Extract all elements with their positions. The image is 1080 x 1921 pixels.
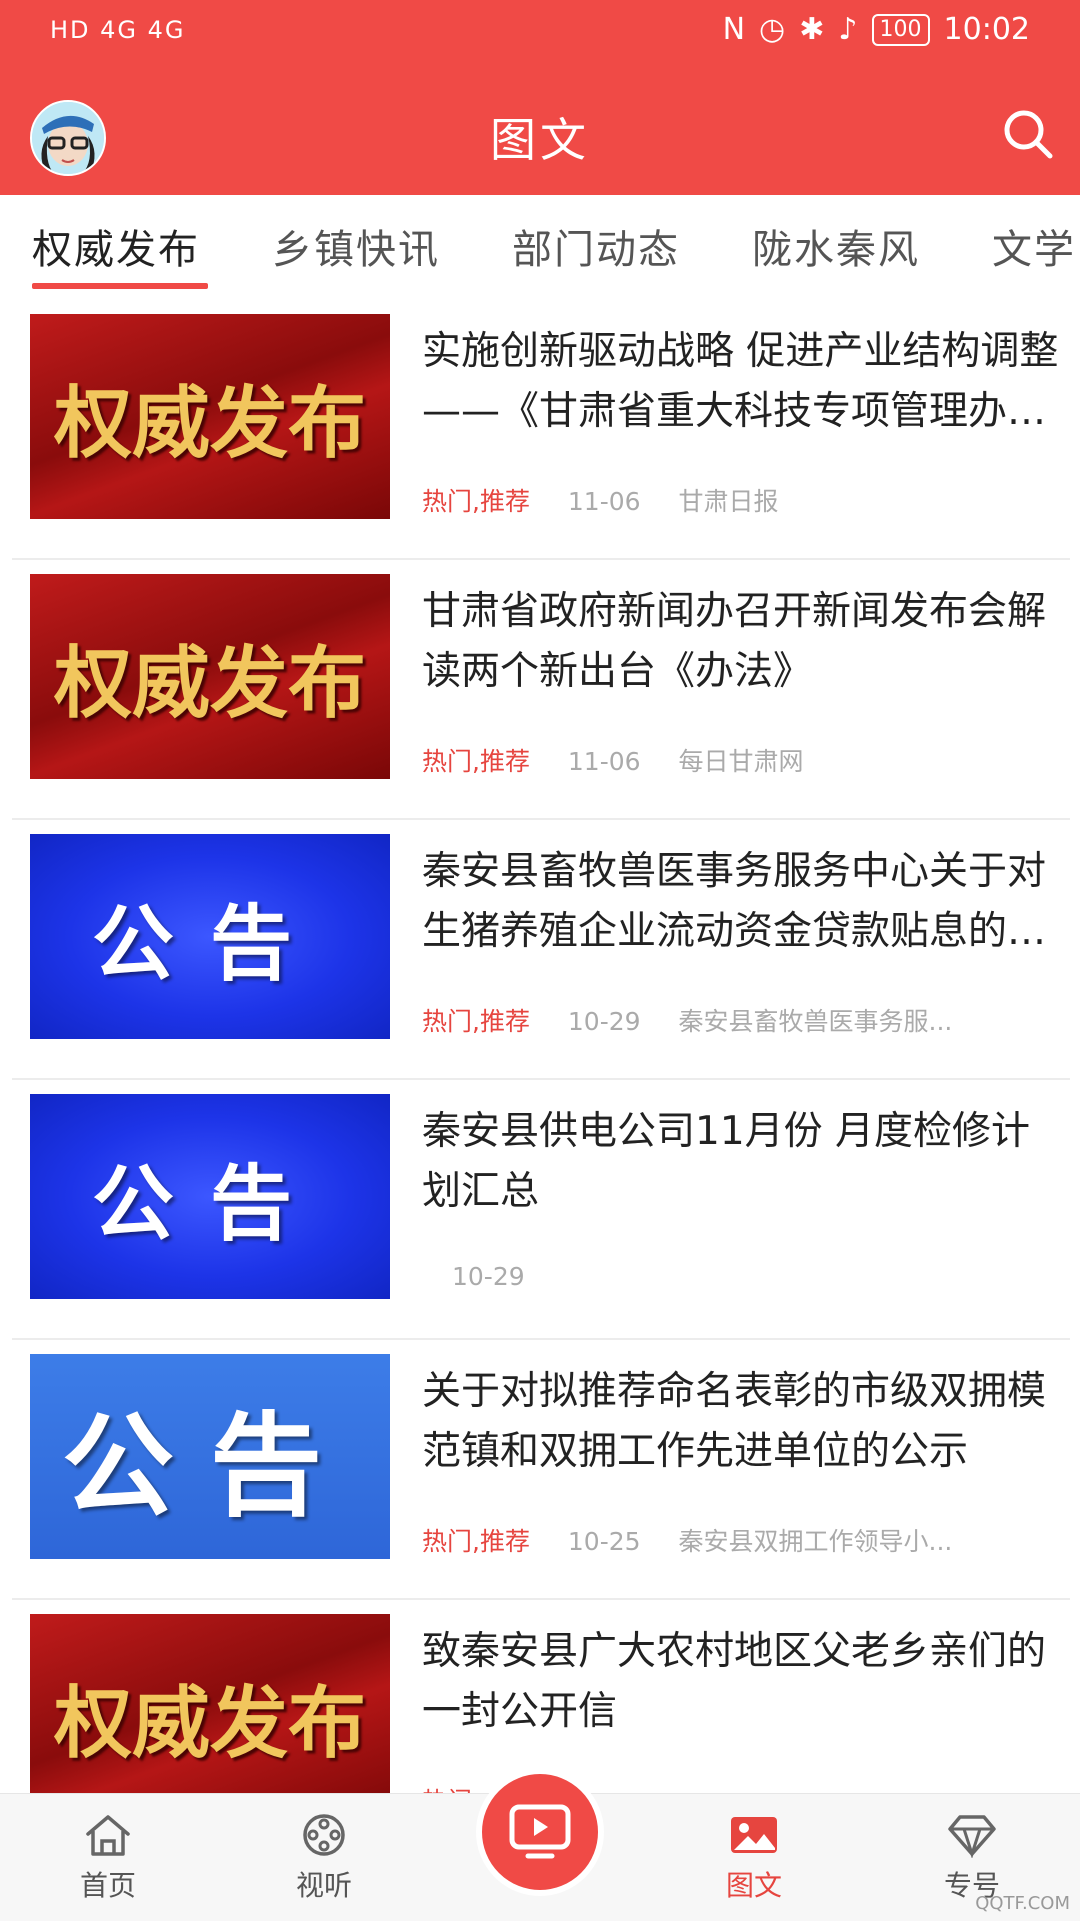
- nav-home[interactable]: 首页: [38, 1812, 178, 1904]
- thumbnail-text: 公告: [91, 1156, 328, 1252]
- picture-icon: [731, 1817, 777, 1853]
- mute-icon: ♪: [838, 12, 858, 47]
- status-bar: HD 4G 4G N ◷ ✱ ♪ 100 10:02: [0, 0, 1080, 68]
- news-item[interactable]: 权威发布 甘肃省政府新闻办召开新闻发布会解读两个新出台《办法》 热门,推荐 11…: [12, 560, 1070, 820]
- network-indicators: HD 4G 4G: [50, 16, 186, 44]
- news-title: 甘肃省政府新闻办召开新闻发布会解读两个新出台《办法》: [422, 589, 1047, 694]
- news-item[interactable]: 权威发布 实施创新驱动战略 促进产业结构调整 ——《甘肃省重大科技专项管理办法》…: [12, 300, 1070, 560]
- watermark: QQTF.COM: [975, 1893, 1070, 1914]
- search-icon: [1004, 110, 1053, 159]
- news-source: 秦安县双拥工作领导小...: [678, 1527, 953, 1556]
- news-title: 致秦安县广大农村地区父老乡亲们的 一封公开信: [422, 1629, 1047, 1734]
- tv-play-icon: [509, 1804, 571, 1859]
- news-meta: 热门,推荐 10-29 秦安县畜牧兽医事务服...: [422, 1002, 952, 1038]
- diamond-icon: [948, 1815, 996, 1858]
- clock: 10:02: [943, 12, 1030, 47]
- page-title: 图文: [490, 113, 590, 167]
- news-tag: 热门,推荐: [422, 1527, 530, 1556]
- thumbnail-text: 权威发布: [53, 637, 366, 729]
- news-thumbnail: 权威发布: [30, 574, 390, 779]
- nfc-icon: N: [722, 12, 746, 47]
- nav-home-label: 首页: [79, 1869, 136, 1902]
- news-thumbnail: 公告: [30, 1354, 390, 1559]
- news-title: 关于对拟推荐命名表彰的市级双拥模范镇和双拥工作先进单位的公示: [422, 1369, 1047, 1474]
- battery-indicator: 100: [871, 13, 930, 46]
- thumbnail-text: 公告: [91, 896, 328, 992]
- news-date: 11-06: [567, 747, 641, 776]
- category-tabs: 权威发布 乡镇快讯 部门动态 陇水秦风 文学: [0, 195, 1080, 295]
- tab-authority-release[interactable]: 权威发布: [32, 217, 200, 275]
- news-title: 实施创新驱动战略 促进产业结构调整 ——《甘肃省重大科技专项管理办法》解读: [422, 329, 1059, 434]
- news-thumbnail: 公告: [30, 1094, 390, 1299]
- news-thumbnail: 权威发布: [30, 1614, 390, 1819]
- film-reel-icon: [303, 1814, 345, 1856]
- center-play-button[interactable]: [476, 1768, 604, 1896]
- news-item[interactable]: 公告 关于对拟推荐命名表彰的市级双拥模范镇和双拥工作先进单位的公示 热门,推荐 …: [12, 1340, 1070, 1600]
- news-tag: 热门,推荐: [422, 1007, 530, 1036]
- home-icon: [86, 1815, 130, 1856]
- news-meta: 10-29: [422, 1262, 563, 1291]
- thumbnail-text: 权威发布: [53, 377, 366, 469]
- news-thumbnail: 公告: [30, 834, 390, 1039]
- news-item[interactable]: 公告 秦安县供电公司11月份 月度检修计划汇总 10-29: [12, 1080, 1070, 1340]
- news-meta: 热门,推荐 11-06 每日甘肃网: [422, 742, 804, 778]
- active-tab-indicator: [32, 283, 208, 289]
- nav-article-label: 图文: [725, 1869, 782, 1902]
- news-source: 秦安县畜牧兽医事务服...: [678, 1007, 953, 1036]
- news-meta: 热门,推荐 11-06 甘肃日报: [422, 482, 779, 518]
- news-meta: 热门,推荐 10-25 秦安县双拥工作领导小...: [422, 1522, 952, 1558]
- search-button[interactable]: [998, 104, 1058, 164]
- news-tag: 热门,推荐: [422, 747, 530, 776]
- news-source: 每日甘肃网: [678, 747, 804, 776]
- news-date: 10-29: [452, 1262, 525, 1291]
- news-date: 11-06: [567, 487, 641, 516]
- news-date: 10-29: [567, 1007, 641, 1036]
- news-thumbnail: 权威发布: [30, 314, 390, 519]
- tab-department-news[interactable]: 部门动态: [512, 217, 680, 275]
- bluetooth-icon: ✱: [799, 12, 825, 47]
- news-item[interactable]: 公告 秦安县畜牧兽医事务服务中心关于对生猪养殖企业流动资金贷款贴息的公示 热门,…: [12, 820, 1070, 1080]
- thumbnail-text: 权威发布: [53, 1677, 366, 1769]
- news-source: 甘肃日报: [678, 487, 779, 516]
- tab-township-news[interactable]: 乡镇快讯: [272, 217, 440, 275]
- thumbnail-text: 公告: [62, 1400, 358, 1532]
- nav-account[interactable]: 专号: [902, 1812, 1042, 1904]
- news-tag: 热门,推荐: [422, 487, 530, 516]
- tab-longshui-qinfeng[interactable]: 陇水秦风: [752, 217, 920, 275]
- nav-article[interactable]: 图文: [684, 1812, 824, 1904]
- alarm-icon: ◷: [759, 12, 786, 47]
- nav-video[interactable]: 视听: [254, 1812, 394, 1904]
- news-title: 秦安县畜牧兽医事务服务中心关于对生猪养殖企业流动资金贷款贴息的公示: [422, 849, 1047, 954]
- status-right-group: N ◷ ✱ ♪ 100 10:02: [723, 12, 1030, 47]
- app-header: HD 4G 4G N ◷ ✱ ♪ 100 10:02 图文: [0, 0, 1080, 195]
- nav-video-label: 视听: [295, 1869, 352, 1902]
- news-date: 10-25: [567, 1527, 641, 1556]
- news-title: 秦安县供电公司11月份 月度检修计划汇总: [422, 1109, 1031, 1214]
- tab-literature[interactable]: 文学: [992, 217, 1076, 275]
